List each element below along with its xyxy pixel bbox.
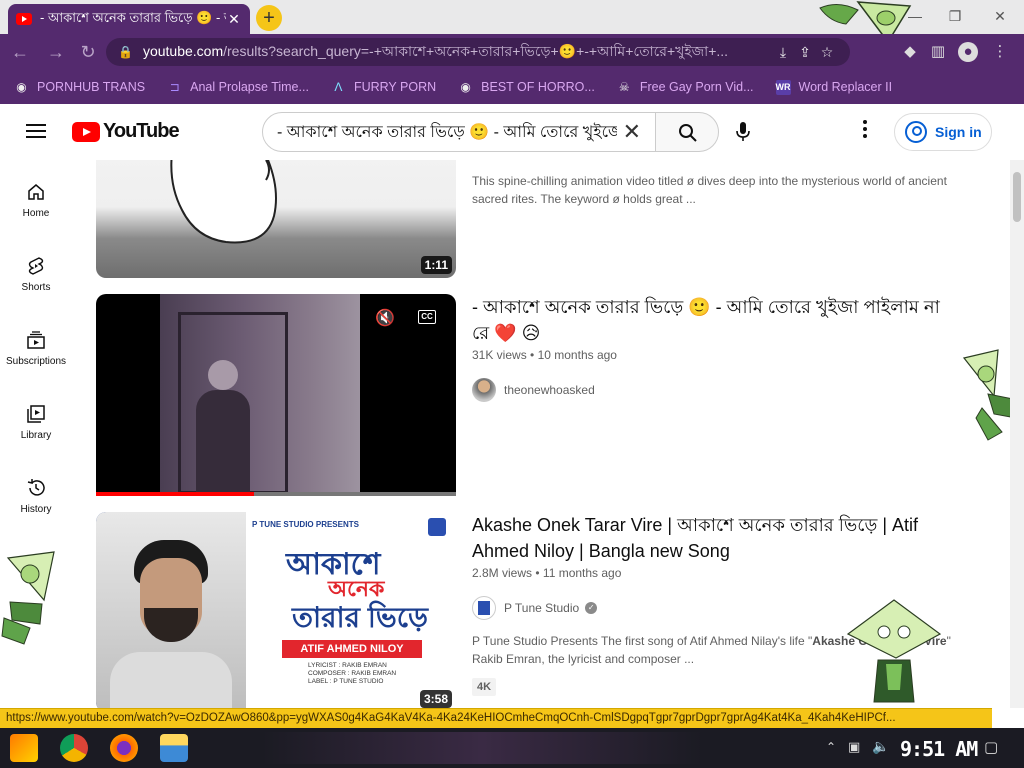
bookmark-item[interactable]: ◉ BEST OF HORRO... xyxy=(458,80,594,95)
thumb-studio: P TUNE STUDIO PRESENTS xyxy=(252,520,359,529)
restore-icon[interactable]: ❐ xyxy=(945,6,965,26)
search-button[interactable] xyxy=(655,112,719,152)
minimize-icon[interactable]: — xyxy=(905,6,925,26)
arrow-up-icon: Λ xyxy=(334,80,343,94)
taskbar-clock[interactable]: 9:51 AM xyxy=(900,737,978,761)
menu-icon[interactable] xyxy=(26,124,46,138)
lock-icon: 🔒 xyxy=(118,45,133,59)
channel-link[interactable]: P Tune Studio ✓ xyxy=(472,596,598,620)
tab-title: - আকাশে অনেক তারার ভিড়ে 🙂 - আমি xyxy=(40,9,226,25)
forward-icon[interactable]: → xyxy=(46,42,66,62)
microphone-icon[interactable] xyxy=(736,122,750,142)
skull-icon: ☠ xyxy=(618,80,630,94)
bookmark-item[interactable]: ◉ PORNHUB TRANS xyxy=(14,80,145,95)
youtube-play-icon xyxy=(72,121,100,142)
volume-icon[interactable]: 🔈 xyxy=(872,738,889,755)
channel-avatar xyxy=(472,378,496,402)
video-title[interactable]: - আকাশে অনেক তারার ভিড়ে 🙂 - আমি তোরে খু… xyxy=(472,294,942,346)
start-button-icon[interactable] xyxy=(10,734,38,762)
bookmark-item[interactable]: Λ FURRY PORN xyxy=(331,80,436,95)
new-tab-button[interactable]: + xyxy=(256,5,282,31)
browser-menu-icon[interactable]: ⋮ xyxy=(990,42,1010,62)
studio-logo-icon xyxy=(428,518,446,536)
search-results: 1:11 This spine-chilling animation video… xyxy=(0,160,1010,708)
globe-icon: ◉ xyxy=(460,80,471,94)
account-icon xyxy=(905,121,927,143)
youtube-logo[interactable]: YouTube xyxy=(72,120,180,143)
quality-badge: 4K xyxy=(472,678,497,696)
settings-kebab-icon[interactable] xyxy=(858,120,872,144)
close-window-icon[interactable]: ✕ xyxy=(990,6,1010,26)
address-toolbar: ← → ↻ 🔒 youtube.com/results?search_query… xyxy=(0,34,1024,70)
video-duration: 3:58 xyxy=(419,690,452,708)
bookmark-item[interactable]: ⊐ Anal Prolapse Time... xyxy=(167,80,309,95)
scrollbar-thumb[interactable] xyxy=(1013,172,1021,222)
back-icon[interactable]: ← xyxy=(10,42,30,62)
tab-close-icon[interactable]: ✕ xyxy=(226,11,242,28)
youtube-header: YouTube - আকাশে অনেক তারার ভিড়ে 🙂 - আমি… xyxy=(0,104,1024,160)
mascot-bottom-decoration xyxy=(846,599,942,703)
clear-search-icon[interactable]: ✕ xyxy=(623,119,641,145)
globe-icon: ◉ xyxy=(16,80,27,94)
mascot-right-decoration xyxy=(962,349,1010,441)
download-icon[interactable]: ⤓ xyxy=(772,44,794,61)
reload-icon[interactable]: ↻ xyxy=(78,42,98,62)
sign-in-button[interactable]: Sign in xyxy=(894,113,992,151)
mute-icon[interactable]: 🔇 xyxy=(368,304,402,334)
bookmark-item[interactable]: WR Word Replacer II xyxy=(775,79,892,95)
extension-icon[interactable]: ◆ xyxy=(900,42,920,62)
video-description: This spine-chilling animation video titl… xyxy=(472,174,947,206)
network-icon[interactable]: ▣ xyxy=(848,739,860,755)
bookmark-item[interactable]: ☠ Free Gay Porn Vid... xyxy=(617,80,754,95)
search-input[interactable]: - আকাশে অনেক তারার ভিড়ে 🙂 - আমি তোরে খু… xyxy=(262,112,656,152)
side-panel-icon[interactable]: ▥ xyxy=(928,42,948,62)
captions-icon[interactable]: CC xyxy=(418,310,436,324)
file-explorer-icon[interactable] xyxy=(160,734,188,762)
mascot-left-decoration xyxy=(1,551,55,645)
browser-tab[interactable]: - আকাশে অনেক তারার ভিড়ে 🙂 - আমি ✕ xyxy=(8,4,250,34)
tray-chevron-icon[interactable]: ⌃ xyxy=(826,740,836,754)
taskbar-decoration xyxy=(262,732,702,764)
search-query: - আকাশে অনেক তারার ভিড়ে 🙂 - আমি তোরে খু… xyxy=(277,123,617,141)
wr-icon: WR xyxy=(775,79,791,95)
youtube-favicon-icon xyxy=(16,13,32,25)
address-url: youtube.com/results?search_query=-+আকাশে… xyxy=(142,43,729,59)
video-duration: 1:11 xyxy=(420,256,452,274)
video-thumbnail[interactable]: 🔇 CC xyxy=(96,294,456,496)
thumb-artist: ATIF AHMED NILOY xyxy=(282,640,422,658)
drawing-illustration xyxy=(170,160,277,244)
video-thumbnail[interactable]: 1:11 xyxy=(96,160,456,278)
taskbar: ⌃ ▣ 🔈 9:51 AM ▢ xyxy=(0,728,1024,768)
thumb-credits: LYRICIST : RAKIB EMRAN COMPOSER : RAKIB … xyxy=(308,662,397,685)
video-meta: 31K views • 10 months ago xyxy=(472,348,617,362)
verified-icon: ✓ xyxy=(585,602,598,614)
channel-avatar xyxy=(472,596,496,620)
profile-avatar-icon[interactable]: ● xyxy=(958,42,978,62)
bookmarks-bar: ◉ PORNHUB TRANS ⊐ Anal Prolapse Time... ΛF… xyxy=(0,70,1024,104)
thumb-title-3: তারার ভিড়ে xyxy=(292,602,428,633)
search-icon xyxy=(679,124,697,142)
bracket-icon: ⊐ xyxy=(169,80,180,94)
share-icon[interactable]: ⇪ xyxy=(794,44,816,61)
video-title[interactable]: Akashe Onek Tarar Vire | আকাশে অনেক তারা… xyxy=(472,512,942,564)
browser-tabbar: - আকাশে অনেক তারার ভিড়ে 🙂 - আমি ✕ + — ❐… xyxy=(0,0,1024,44)
video-frame xyxy=(160,294,360,494)
artist-photo xyxy=(96,512,246,708)
video-meta: 2.8M views • 11 months ago xyxy=(472,566,622,580)
bookmark-star-icon[interactable]: ☆ xyxy=(816,44,838,61)
notification-icon[interactable]: ▢ xyxy=(984,738,998,756)
progress-fill xyxy=(96,492,255,496)
firefox-icon[interactable] xyxy=(110,734,138,762)
progress-track[interactable] xyxy=(96,492,456,496)
channel-link[interactable]: theonewhoasked xyxy=(472,378,595,402)
video-thumbnail[interactable]: P TUNE STUDIO PRESENTS আকাশে অনেক তারার … xyxy=(96,512,456,708)
address-bar[interactable]: 🔒 youtube.com/results?search_query=-+আকা… xyxy=(106,38,850,66)
status-url: https://www.youtube.com/watch?v=OzDOZAwO… xyxy=(0,708,992,728)
chrome-icon[interactable] xyxy=(60,734,88,762)
page-scrollbar[interactable] xyxy=(1010,160,1024,708)
